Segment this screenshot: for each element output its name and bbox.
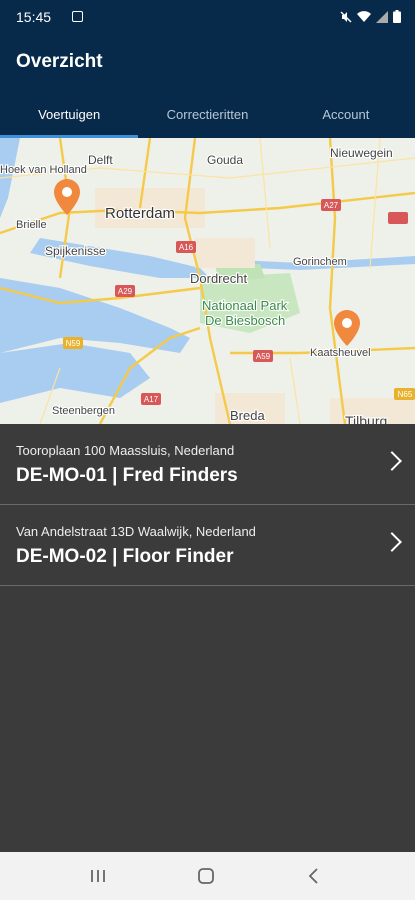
shield-a16: A16 [179, 243, 194, 252]
status-icons [340, 10, 401, 23]
map-view[interactable]: A27 A16 A29 N59 A59 A17 N65 Hoek van Hol… [0, 138, 415, 424]
app-bar: Overzicht Voertuigen Correctieritten Acc… [0, 33, 415, 138]
label-rotterdam: Rotterdam [105, 205, 175, 222]
status-time: 15:45 [16, 9, 52, 25]
label-de-biesbosch: De Biesbosch [205, 313, 285, 328]
vehicle-name: DE-MO-02 | Floor Finder [16, 546, 234, 567]
label-gouda: Gouda [207, 153, 243, 167]
tab-account[interactable]: Account [277, 95, 415, 138]
label-nationaal-park: Nationaal Park [202, 298, 288, 313]
label-tilburg: Tilburg [345, 413, 387, 424]
label-nieuwegein: Nieuwegein [330, 146, 393, 160]
status-bar: 15:45 [0, 0, 415, 33]
shield-n59: N59 [66, 339, 81, 348]
label-breda: Breda [230, 408, 265, 423]
wifi-icon [357, 10, 371, 22]
chevron-right-icon [382, 532, 402, 552]
shield-n65: N65 [398, 390, 413, 399]
vehicle-address: Van Andelstraat 13D Waalwijk, Nederland [16, 524, 256, 539]
recent-apps-icon[interactable] [86, 864, 110, 888]
battery-icon [393, 10, 401, 23]
tab-voertuigen[interactable]: Voertuigen [0, 95, 139, 138]
notification-icon [72, 11, 83, 22]
tab-correctieritten[interactable]: Correctieritten [138, 95, 276, 138]
signal-icon [376, 10, 388, 23]
tab-bar: Voertuigen Correctieritten Account [0, 95, 415, 138]
label-spijkenisse: Spijkenisse [45, 244, 106, 258]
label-gorinchem: Gorinchem [293, 256, 347, 268]
list-item[interactable]: Van Andelstraat 13D Waalwijk, Nederland … [0, 505, 415, 586]
map-city-dordrecht [195, 238, 255, 268]
label-dordrecht: Dordrecht [190, 271, 247, 286]
shield-a29: A29 [118, 287, 133, 296]
label-steenbergen: Steenbergen [52, 405, 115, 417]
label-hoek-van-holland: Hoek van Holland [0, 164, 87, 176]
back-icon[interactable] [302, 864, 326, 888]
shield-a17: A17 [144, 395, 159, 404]
shield-a59: A59 [256, 352, 271, 361]
page-title: Overzicht [16, 51, 103, 72]
home-icon[interactable] [194, 864, 218, 888]
label-delft: Delft [88, 153, 113, 167]
vehicle-list: Tooroplaan 100 Maassluis, Nederland DE-M… [0, 424, 415, 586]
chevron-right-icon [382, 451, 402, 471]
list-item[interactable]: Tooroplaan 100 Maassluis, Nederland DE-M… [0, 424, 415, 505]
vehicle-name: DE-MO-01 | Fred Finders [16, 465, 238, 486]
mute-icon [340, 11, 352, 22]
label-brielle: Brielle [16, 219, 47, 231]
label-kaatsheuvel: Kaatsheuvel [310, 347, 371, 359]
system-nav-bar [0, 852, 415, 900]
vehicle-address: Tooroplaan 100 Maassluis, Nederland [16, 443, 235, 458]
shield-a27: A27 [324, 201, 339, 210]
